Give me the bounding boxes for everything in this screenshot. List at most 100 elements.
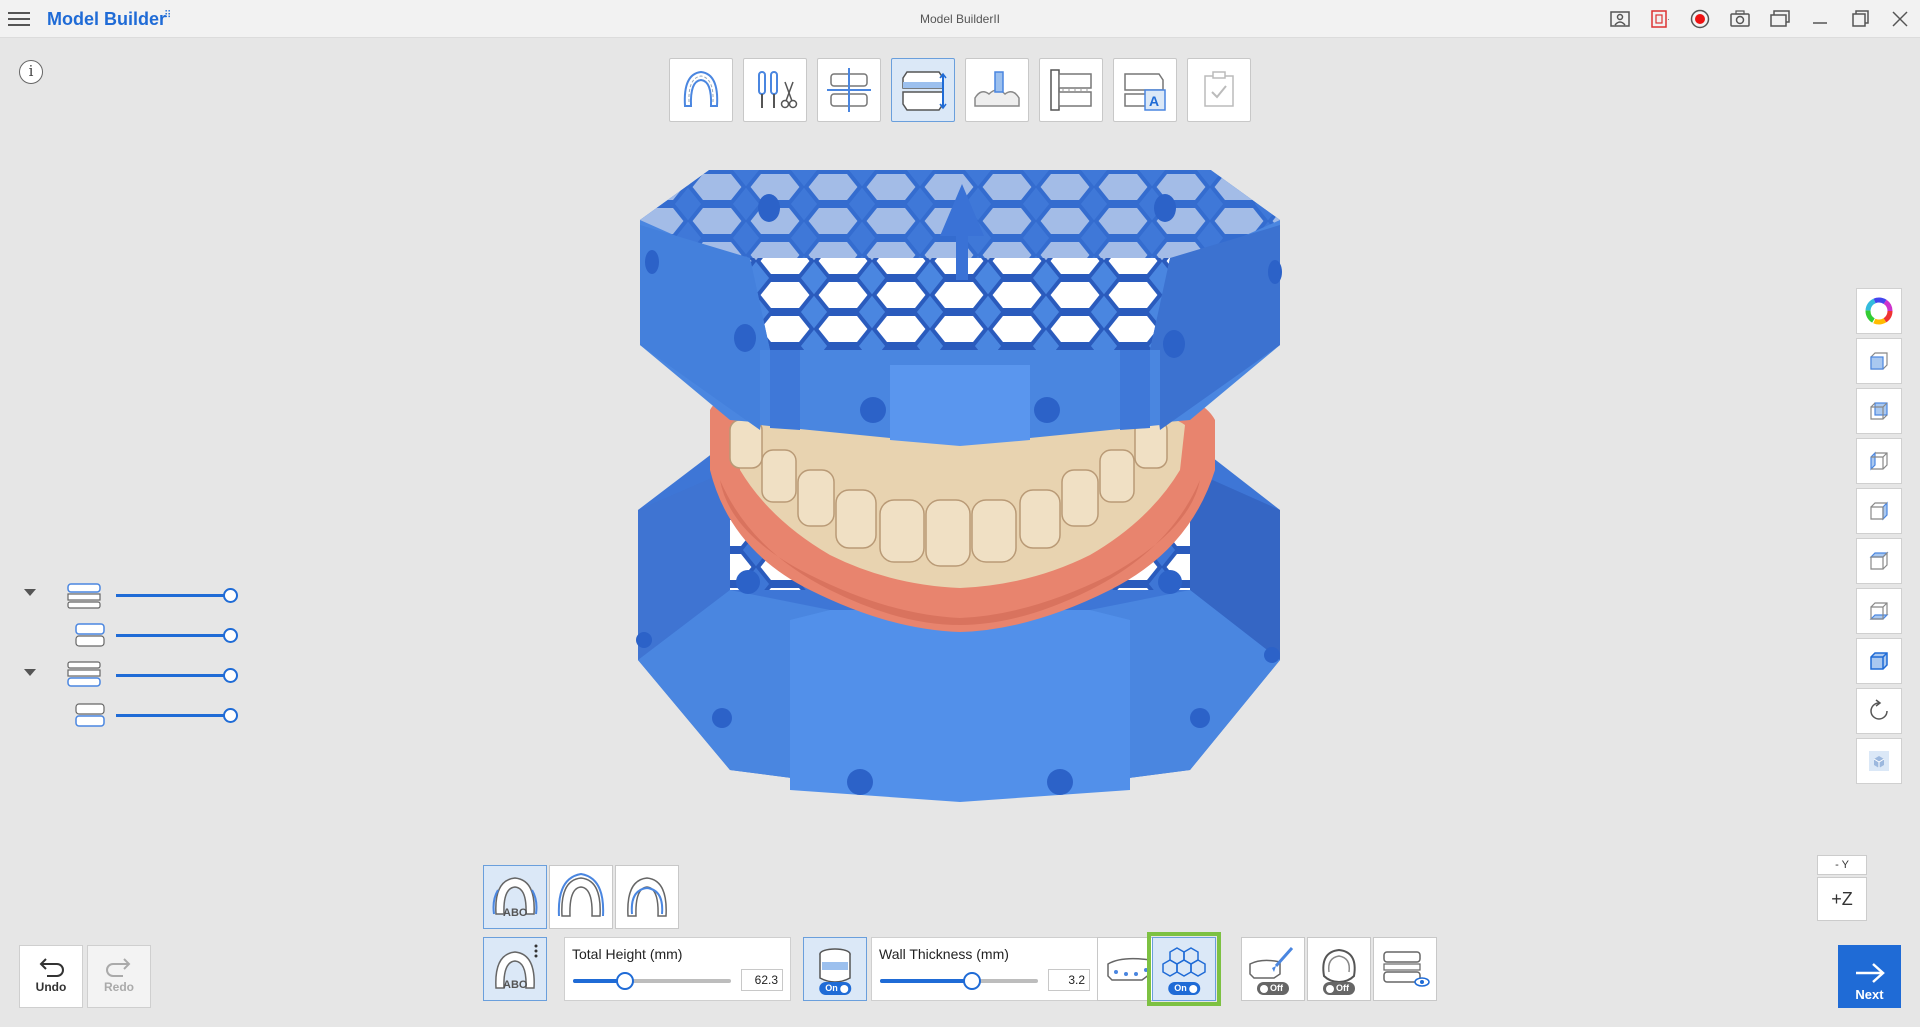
lower-base-opacity-slider[interactable] — [116, 674, 224, 677]
view-front-button[interactable] — [1856, 338, 1902, 384]
die-pins-icon — [974, 71, 1020, 107]
outline-toggle[interactable]: Off — [1307, 937, 1371, 1001]
view-right-button[interactable] — [1856, 488, 1902, 534]
cube-back-icon — [1870, 402, 1888, 420]
preview-button[interactable] — [1373, 937, 1437, 1001]
lower-model-opacity-slider[interactable] — [116, 714, 224, 717]
app-title: Model Builder — [47, 9, 167, 29]
step-die-pins[interactable] — [965, 58, 1029, 122]
wall-thickness-knob[interactable] — [962, 972, 981, 990]
reset-view-button[interactable] — [1856, 688, 1902, 734]
hamburger-menu-icon[interactable] — [8, 8, 30, 30]
next-label: Next — [1855, 987, 1884, 1002]
next-button[interactable]: Next — [1838, 945, 1901, 1008]
base-pins-icon — [1107, 957, 1151, 981]
cube-left-icon — [1870, 451, 1888, 471]
maximize-icon[interactable] — [1840, 0, 1880, 38]
upper-base-opacity-slider[interactable] — [116, 594, 224, 597]
step-base-height[interactable] — [891, 58, 955, 122]
scan-info-icon[interactable] — [1600, 0, 1640, 38]
model-3d-viewport[interactable] — [630, 170, 1290, 820]
step-labeling[interactable]: A — [1113, 58, 1177, 122]
view-toolbar — [1856, 288, 1902, 788]
screen-record-icon[interactable]: · — [1640, 0, 1680, 38]
transparency-button[interactable] — [1856, 738, 1902, 784]
cube-top-icon — [1869, 551, 1889, 570]
minimize-icon[interactable] — [1800, 0, 1840, 38]
honeycomb-toggle[interactable]: On — [1147, 932, 1221, 1006]
base-preset-button[interactable]: ABO — [483, 937, 547, 1001]
close-icon[interactable] — [1880, 0, 1920, 38]
undo-label: Undo — [35, 980, 67, 994]
base-type-horseshoe-button[interactable] — [615, 865, 679, 929]
workflow-steps: A — [669, 58, 1251, 122]
upper-base-opacity-knob[interactable] — [223, 588, 238, 603]
total-height-knob[interactable] — [616, 972, 635, 990]
collapse-chevron-icon[interactable] — [24, 669, 36, 676]
total-height-label: Total Height (mm) — [572, 946, 683, 962]
arrow-right-icon — [1855, 963, 1885, 983]
wall-thickness-input[interactable] — [1048, 969, 1090, 991]
step-arch-select[interactable] — [669, 58, 733, 122]
step-tools-trim[interactable] — [743, 58, 807, 122]
title-bar: Model Builder ⠿ Model BuilderII · — [0, 0, 1920, 38]
abo-base-icon: ABO — [492, 877, 538, 919]
lower-model-opacity-knob[interactable] — [223, 708, 238, 723]
wall-thickness-slider[interactable] — [880, 972, 1038, 990]
hollow-toggle-pill: On — [819, 982, 851, 995]
honeycomb-toggle-pill: On — [1168, 982, 1200, 995]
total-height-slider[interactable] — [573, 972, 731, 990]
screenshot-gallery-icon[interactable] — [1760, 0, 1800, 38]
hollow-base-toggle[interactable]: On — [803, 937, 867, 1001]
total-height-control: Total Height (mm) — [564, 937, 791, 1001]
color-wheel-button[interactable] — [1856, 288, 1902, 334]
view-bottom-button[interactable] — [1856, 588, 1902, 634]
undo-button[interactable]: Undo — [19, 945, 83, 1008]
redo-button[interactable]: Redo — [87, 945, 151, 1008]
total-height-input[interactable] — [741, 969, 783, 991]
label-icon: A — [1124, 73, 1166, 111]
cube-iso-icon — [1870, 652, 1888, 670]
view-left-button[interactable] — [1856, 438, 1902, 484]
upper-base — [640, 170, 1282, 446]
info-button[interactable]: i — [19, 60, 43, 84]
upper-model-layer-icon — [75, 623, 105, 647]
view-back-button[interactable] — [1856, 388, 1902, 434]
cube-solid-icon — [1869, 751, 1889, 771]
view-isometric-button[interactable] — [1856, 638, 1902, 684]
record-icon[interactable] — [1680, 0, 1720, 38]
outline-toggle-pill: Off — [1323, 982, 1355, 995]
view-top-button[interactable] — [1856, 538, 1902, 584]
camera-icon[interactable] — [1720, 0, 1760, 38]
base-type-abo-button[interactable]: ABO — [483, 865, 547, 929]
base-height-icon — [902, 71, 947, 111]
base-type-selector: ABO — [483, 865, 679, 929]
step-articulator[interactable] — [1039, 58, 1103, 122]
upper-base-layer-icon — [67, 583, 101, 609]
color-wheel-icon — [1865, 297, 1893, 325]
upper-model-opacity-slider[interactable] — [116, 634, 224, 637]
wall-thickness-label: Wall Thickness (mm) — [879, 946, 1009, 962]
cube-right-icon — [1870, 501, 1888, 521]
step-complete[interactable] — [1187, 58, 1251, 122]
axis-y-button[interactable]: - Y — [1817, 855, 1867, 875]
redo-icon — [106, 958, 131, 977]
trim-tools-icon — [758, 71, 798, 109]
wall-thickness-control: Wall Thickness (mm) — [871, 937, 1098, 1001]
cube-front-icon — [1870, 352, 1888, 370]
cube-bottom-icon — [1869, 602, 1889, 620]
lower-model-layer-icon — [75, 703, 105, 727]
svg-text:ABO: ABO — [503, 907, 528, 919]
round-base-icon — [557, 872, 605, 917]
base-type-round-button[interactable] — [549, 865, 613, 929]
collapse-chevron-icon[interactable] — [24, 589, 36, 596]
lower-base-opacity-knob[interactable] — [223, 668, 238, 683]
upper-model-opacity-knob[interactable] — [223, 628, 238, 643]
brush-tool-toggle[interactable]: Off — [1241, 937, 1305, 1001]
horseshoe-base-icon — [627, 877, 667, 917]
app-badge-icon: ⠿ — [164, 10, 172, 21]
articulator-icon — [1050, 69, 1092, 111]
axis-z-button[interactable]: +Z — [1817, 877, 1867, 921]
svg-text:·: · — [1667, 15, 1670, 24]
step-occlusal-plane[interactable] — [817, 58, 881, 122]
